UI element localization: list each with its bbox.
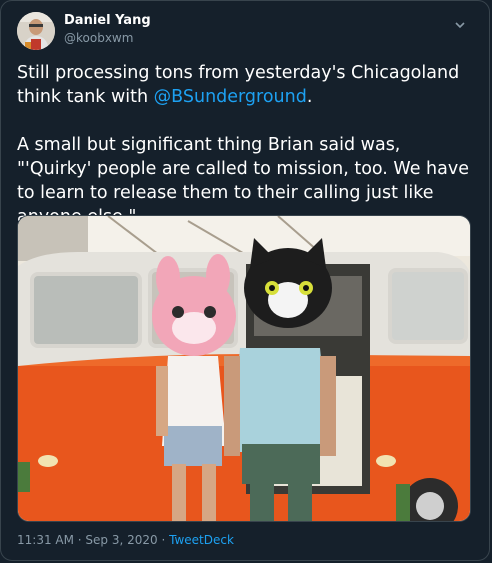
tweet-text: Still processing tons from yesterday's C… (17, 61, 472, 229)
tweet-meta: 11:31 AM · Sep 3, 2020 · TweetDeck (17, 533, 234, 547)
mention-link[interactable]: @BSunderground (154, 87, 307, 107)
chevron-down-icon[interactable] (453, 15, 467, 29)
tweet-photo[interactable] (17, 215, 471, 522)
source-link[interactable]: TweetDeck (169, 533, 234, 547)
tweet-text-part: . A small but significant thing Brian sa… (17, 87, 469, 227)
tweet-card: Daniel Yang @koobxwm Still processing to… (0, 0, 490, 561)
timestamp[interactable]: 11:31 AM · Sep 3, 2020 (17, 533, 158, 547)
avatar[interactable] (17, 12, 55, 50)
author-name[interactable]: Daniel Yang (64, 13, 151, 28)
author-handle[interactable]: @koobxwm (64, 31, 133, 45)
meta-separator: · (157, 533, 170, 547)
